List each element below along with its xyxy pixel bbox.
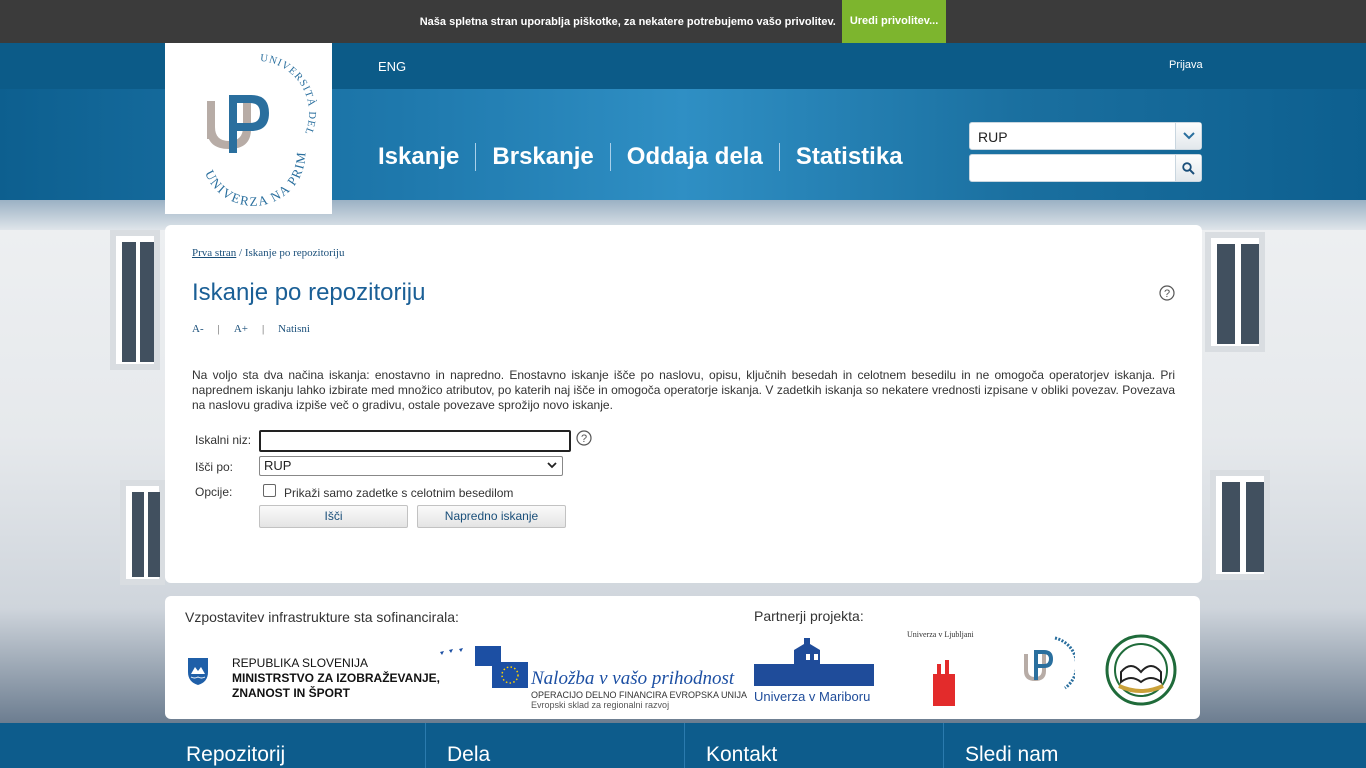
- logo-ring-top: UNIVERSITÀ DEL LITORALE: [161, 35, 317, 136]
- chevron-down-icon: [546, 458, 558, 476]
- footer-column-contact: Kontakt: [684, 723, 943, 768]
- tools-separator: |: [261, 323, 265, 335]
- search-button[interactable]: Išči: [259, 505, 408, 528]
- maribor-building-icon: [754, 634, 874, 691]
- breadcrumb-home-link[interactable]: Prva stran: [192, 247, 236, 259]
- ljubljana-logo-icon: [929, 656, 957, 713]
- eu-line-2: Evropski sklad za regionalni razvoj: [531, 700, 670, 710]
- repository-select-value: RUP: [978, 129, 1008, 145]
- tools-separator: |: [217, 323, 220, 335]
- nova-gorica-seal-icon: [1105, 634, 1177, 711]
- footer-heading-contact: Kontakt: [706, 743, 778, 766]
- language-switch-link[interactable]: ENG: [378, 59, 406, 74]
- help-icon[interactable]: ?: [576, 430, 592, 451]
- breadcrumb-separator: /: [239, 247, 243, 259]
- nav-item-browse[interactable]: Brskanje: [475, 143, 609, 171]
- search-field-select-value: RUP: [264, 458, 292, 473]
- breadcrumb: Prva stran / Iskanje po repozitoriju: [192, 247, 344, 259]
- footer-column-works: Dela: [425, 723, 684, 768]
- eu-line-1: Operacijo delno financira Evropska unija: [531, 690, 748, 700]
- footer-column-follow: Sledi nam: [943, 723, 1202, 768]
- fulltext-only-label[interactable]: Prikaži samo zadetke s celotnim besedilo…: [284, 486, 513, 500]
- decrease-font-link[interactable]: A-: [192, 323, 204, 335]
- content-panel: Prva stran / Iskanje po repozitoriju Isk…: [165, 225, 1202, 583]
- background-window: [1210, 470, 1270, 580]
- partner-maribor: Univerza v Mariboru: [754, 689, 871, 704]
- footer-heading-follow: Sledi nam: [965, 743, 1059, 766]
- intro-text: Na voljo sta dva načina iskanja: enostav…: [192, 368, 1175, 412]
- nav-item-search[interactable]: Iskanje: [378, 143, 475, 171]
- slovenia-coat-of-arms-icon: [186, 656, 210, 691]
- eu-slogan: Naložba v vašo prihodnost: [531, 668, 735, 689]
- footer-column-repository: Repozitorij: [165, 723, 425, 768]
- svg-text:?: ?: [1164, 288, 1170, 300]
- eu-flag-icon: [435, 644, 530, 697]
- increase-font-link[interactable]: A+: [234, 323, 248, 335]
- cookie-text: Naša spletna stran uporablja piškotke, z…: [419, 15, 836, 28]
- page-title: Iskanje po repozitoriju: [192, 279, 426, 306]
- partners-heading: Partnerji projekta:: [754, 608, 864, 624]
- sponsors-panel: Vzpostavitev infrastrukture sta sofinanc…: [165, 596, 1200, 719]
- query-input[interactable]: [259, 430, 571, 452]
- nav-item-submit[interactable]: Oddaja dela: [609, 143, 779, 171]
- repository-select[interactable]: RUP: [969, 122, 1202, 150]
- background-window: [120, 480, 165, 585]
- background-window: [110, 230, 160, 370]
- help-icon[interactable]: ?: [1159, 285, 1175, 306]
- header-search-field: [969, 154, 1202, 182]
- cookie-bar: Naša spletna stran uporablja piškotke, z…: [0, 0, 1366, 43]
- header-search-input[interactable]: [970, 155, 1170, 181]
- nav-item-statistics[interactable]: Statistika: [778, 143, 919, 171]
- search-icon[interactable]: [1175, 155, 1201, 181]
- ministry-line-3: ZNANOST IN ŠPORT: [232, 686, 351, 700]
- main-navigation: Iskanje Brskanje Oddaja dela Statistika: [378, 143, 919, 171]
- ministry-line-2: MINISTRSTVO ZA IZOBRAŽEVANJE,: [232, 671, 441, 685]
- fulltext-only-checkbox[interactable]: [263, 484, 276, 497]
- edit-consent-button[interactable]: Uredi privolitev...: [841, 0, 947, 43]
- cofinanced-heading: Vzpostavitev infrastrukture sta sofinanc…: [185, 609, 459, 625]
- background-window: [1205, 232, 1265, 352]
- advanced-search-button[interactable]: Napredno iskanje: [417, 505, 566, 528]
- footer-heading-repository: Repozitorij: [186, 743, 286, 766]
- university-logo[interactable]: UNIVERSITÀ DEL LITORALE UNIVERZA NA PRIM…: [158, 31, 332, 214]
- chevron-down-icon[interactable]: [1175, 123, 1201, 149]
- ministry-line-1: REPUBLIKA SLOVENIJA: [232, 656, 369, 670]
- up-logo-icon: [1020, 634, 1079, 707]
- text-tools: A- | A+ | Natisni: [192, 323, 310, 335]
- breadcrumb-current: Iskanje po repozitoriju: [244, 247, 345, 259]
- svg-text:?: ?: [581, 433, 587, 445]
- search-field-select[interactable]: RUP: [259, 456, 563, 476]
- footer-heading-works: Dela: [447, 743, 491, 766]
- query-label: Iskalni niz:: [195, 433, 252, 447]
- footer: Repozitorij Dela Kontakt Sledi nam: [0, 723, 1366, 768]
- login-link[interactable]: Prijava: [1169, 59, 1203, 71]
- options-label: Opcije:: [195, 485, 233, 499]
- print-link[interactable]: Natisni: [278, 323, 310, 335]
- partner-ljubljana: Univerza v Ljubljani: [907, 630, 974, 639]
- svg-text:UNIVERSITÀ DEL LITORALE: UNIVERSITÀ DEL LITORALE: [165, 43, 318, 136]
- ministry-text: REPUBLIKA SLOVENIJA MINISTRSTVO ZA IZOBR…: [232, 656, 440, 701]
- search-field-label: Išči po:: [195, 460, 234, 474]
